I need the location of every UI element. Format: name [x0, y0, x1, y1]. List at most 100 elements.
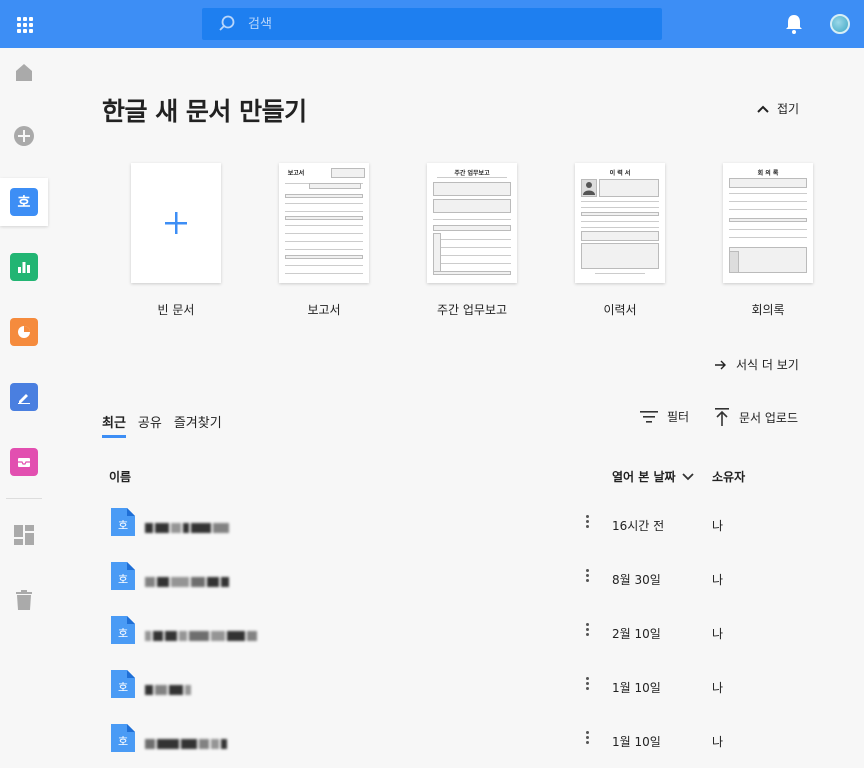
sidebar-divider	[6, 498, 42, 499]
avatar[interactable]	[830, 14, 850, 34]
filter-button[interactable]: 필터	[640, 408, 689, 425]
sidebar-item-home[interactable]	[0, 48, 48, 96]
hwp-file-icon: 호	[111, 724, 135, 752]
sidebar: 호	[0, 48, 48, 762]
column-header-name[interactable]: 이름	[109, 468, 131, 485]
collapse-label: 접기	[777, 102, 800, 116]
owner: 나	[712, 627, 724, 641]
template-label: 보고서	[307, 303, 341, 317]
more-options-icon[interactable]	[584, 677, 590, 692]
filter-icon	[640, 410, 658, 423]
column-header-opened[interactable]: 열어 본 날짜	[612, 468, 694, 485]
opened-date: 2월 10일	[612, 627, 661, 641]
search-icon	[219, 15, 235, 31]
file-name-redacted	[145, 625, 259, 641]
svg-text:호: 호	[118, 519, 128, 532]
column-header-owner[interactable]: 소유자	[712, 468, 745, 485]
file-name-redacted	[145, 571, 231, 587]
table-row[interactable]: 호 2월 10일 나	[100, 606, 820, 660]
plus-icon	[165, 212, 187, 234]
slide-app-icon	[10, 318, 38, 346]
template-label: 회의록	[751, 303, 785, 317]
more-templates-link[interactable]: 서식 더 보기	[714, 356, 799, 373]
upload-icon	[715, 408, 729, 426]
file-tabs: 최근 공유 즐겨찾기	[102, 412, 234, 438]
svg-text:호: 호	[118, 735, 128, 748]
search-input[interactable]	[248, 8, 648, 40]
tab-favorites[interactable]: 즐겨찾기	[174, 412, 222, 438]
tab-shared[interactable]: 공유	[138, 412, 162, 438]
sidebar-item-hwp[interactable]: 호	[0, 178, 48, 226]
pdf-app-icon	[10, 383, 38, 411]
file-name-redacted	[145, 517, 231, 533]
sidebar-item-sheet[interactable]	[0, 243, 48, 291]
upload-button[interactable]: 문서 업로드	[714, 408, 798, 426]
template-resume[interactable]: 이 력 서 이력서	[575, 163, 665, 317]
owner: 나	[712, 735, 724, 749]
sidebar-item-slide[interactable]	[0, 308, 48, 356]
template-minutes[interactable]: 회 의 록 회의록	[723, 163, 813, 317]
search-box[interactable]	[202, 8, 662, 40]
template-thumbnail: 회 의 록	[723, 163, 813, 283]
template-label: 빈 문서	[157, 303, 195, 317]
collapse-button[interactable]: 접기	[756, 100, 799, 117]
add-icon	[14, 126, 34, 146]
thumb-title: 주간 업무보고	[454, 170, 490, 177]
owner: 나	[712, 573, 724, 587]
trash-icon	[16, 590, 32, 610]
more-options-icon[interactable]	[584, 623, 590, 638]
file-name-redacted	[145, 679, 193, 695]
svg-text:호: 호	[118, 681, 128, 694]
template-thumbnail	[131, 163, 221, 283]
svg-text:호: 호	[118, 627, 128, 640]
template-report[interactable]: 보고서 보고서	[279, 163, 369, 317]
mail-app-icon	[10, 448, 38, 476]
more-options-icon[interactable]	[584, 569, 590, 584]
tab-recent[interactable]: 최근	[102, 412, 126, 438]
column-header-opened-label: 열어 본 날짜	[612, 470, 676, 484]
template-label: 주간 업무보고	[436, 303, 508, 317]
file-name-redacted	[145, 733, 229, 749]
hwp-file-icon: 호	[111, 508, 135, 536]
apps-grid-icon[interactable]	[17, 17, 33, 33]
sidebar-item-new[interactable]	[0, 112, 48, 160]
upload-label: 문서 업로드	[739, 410, 799, 425]
svg-text:호: 호	[118, 573, 128, 586]
arrow-right-icon	[715, 360, 726, 369]
opened-date: 1월 10일	[612, 681, 661, 695]
sidebar-item-dashboard[interactable]	[0, 511, 48, 559]
table-row[interactable]: 호 1월 10일 나	[100, 660, 820, 714]
opened-date: 8월 30일	[612, 573, 661, 587]
owner: 나	[712, 519, 724, 533]
more-options-icon[interactable]	[584, 731, 590, 746]
template-thumbnail: 보고서	[279, 163, 369, 283]
hwp-app-icon: 호	[10, 188, 38, 216]
sidebar-item-mail[interactable]	[0, 438, 48, 486]
thumb-title: 이 력 서	[609, 170, 631, 177]
template-thumbnail: 이 력 서	[575, 163, 665, 283]
sidebar-item-pdf[interactable]	[0, 373, 48, 421]
page-title: 한글 새 문서 만들기	[102, 97, 307, 126]
table-row[interactable]: 호 16시간 전 나	[100, 498, 820, 552]
hwp-file-icon: 호	[111, 670, 135, 698]
template-blank[interactable]: 빈 문서	[131, 163, 221, 317]
top-bar	[0, 0, 864, 48]
hwp-file-icon: 호	[111, 616, 135, 644]
table-row[interactable]: 호 1월 10일 나	[100, 714, 820, 768]
more-options-icon[interactable]	[584, 515, 590, 530]
filter-label: 필터	[667, 410, 690, 424]
dashboard-icon	[14, 525, 34, 545]
sheet-app-icon	[10, 253, 38, 281]
template-weekly-report[interactable]: 주간 업무보고 주간 업무보고	[427, 163, 517, 317]
more-templates-label: 서식 더 보기	[736, 358, 799, 372]
hwp-file-icon: 호	[111, 562, 135, 590]
opened-date: 1월 10일	[612, 735, 661, 749]
owner: 나	[712, 681, 724, 695]
table-row[interactable]: 호 8월 30일 나	[100, 552, 820, 606]
opened-date: 16시간 전	[612, 519, 665, 533]
thumb-title: 회 의 록	[757, 170, 779, 177]
sidebar-item-trash[interactable]	[0, 576, 48, 624]
template-thumbnail: 주간 업무보고	[427, 163, 517, 283]
home-icon	[16, 64, 32, 81]
notification-bell-icon[interactable]	[784, 13, 804, 35]
